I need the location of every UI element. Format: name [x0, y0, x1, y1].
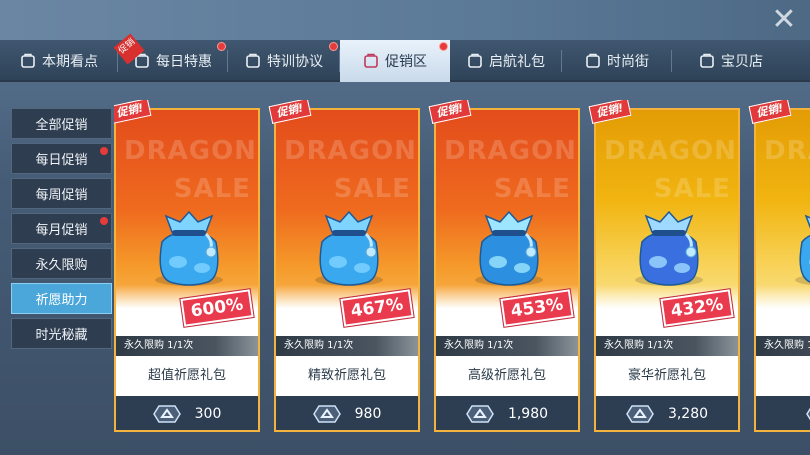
sidebar-item-3[interactable]: 每周促销	[11, 178, 112, 209]
card-artwork: DRAGON SALE 432%	[596, 110, 738, 334]
sidebar-item-6[interactable]: 祈愿助力	[11, 283, 112, 314]
tab-label: 本期看点	[42, 54, 98, 70]
watermark-line1: DRAGON	[124, 136, 257, 166]
notification-dot	[100, 217, 108, 225]
tab-label: 时尚街	[607, 54, 649, 70]
product-card[interactable]: DRAGON SALE 453% 永久限购 1/1次高级祈愿礼包 1,980	[434, 108, 580, 432]
purchase-limit: 永久限购 1/1次	[436, 336, 578, 356]
sidebar-item-label: 祈愿助力	[35, 293, 88, 308]
dragon-sale-watermark: DRAGONSALE	[124, 132, 257, 208]
tab-6[interactable]: 时尚街	[562, 40, 672, 82]
tab-1[interactable]: 本期看点	[0, 40, 118, 82]
tab-2[interactable]: 每日特惠 促销	[113, 33, 228, 82]
close-icon[interactable]: ✕	[768, 4, 800, 36]
price-value: 3,280	[667, 406, 709, 422]
sidebar-item-label: 每周促销	[35, 188, 88, 203]
crystal-currency-icon	[806, 405, 810, 423]
product-name: 高级祈愿礼包	[467, 368, 546, 383]
wings-icon	[245, 53, 261, 69]
notification-dot	[329, 42, 338, 51]
sidebar-item-label: 每日促销	[35, 153, 88, 168]
buy-button[interactable]: 300	[116, 396, 258, 430]
purchase-limit: 永久限购 1/1次	[116, 336, 258, 356]
wish-bag-icon	[788, 202, 810, 288]
tab-7[interactable]: 宝贝店	[672, 40, 790, 82]
buy-button[interactable]	[756, 396, 810, 430]
product-name: 超值祈愿礼包	[147, 368, 226, 383]
product-card[interactable]: DRAGONSALE 永久限购 1/1次特	[754, 108, 810, 432]
wish-bag-icon	[148, 202, 230, 288]
hanger-icon	[585, 53, 601, 69]
card-artwork: DRAGON SALE 600%	[116, 110, 258, 334]
dragon-sale-watermark: DRAGONSALE	[764, 132, 810, 208]
price-value: 300	[194, 406, 222, 422]
wish-bag-icon	[308, 202, 390, 288]
lock-bag-icon	[20, 53, 36, 69]
card-artwork: DRAGON SALE 453%	[436, 110, 578, 334]
sidebar-item-5[interactable]: 永久限购	[11, 248, 112, 279]
sidebar-item-label: 永久限购	[35, 258, 88, 273]
crystal-currency-icon	[466, 405, 494, 423]
card-floor	[756, 285, 810, 334]
tab-label: 宝贝店	[721, 54, 763, 70]
purchase-limit: 永久限购 1/1次	[276, 336, 418, 356]
discount-icon	[363, 53, 379, 69]
sidebar: 全部促销每日促销每周促销每月促销永久限购祈愿助力时光秘藏	[11, 108, 112, 353]
watermark-line1: DRAGON	[764, 136, 810, 166]
notification-dot	[100, 147, 108, 155]
card-artwork: DRAGON SALE 467%	[276, 110, 418, 334]
product-card[interactable]: DRAGON SALE 432% 永久限购 1/1次豪华祈愿礼包 3,280	[594, 108, 740, 432]
product-name: 豪华祈愿礼包	[627, 368, 706, 383]
card-list: DRAGON SALE 600% 永久限购 1/1次 超值祈愿礼包 300 促销! DRAGO…	[114, 100, 810, 440]
product-card[interactable]: DRAGON SALE 467% 永久限购 1/1次精致祈愿礼包 980	[274, 108, 420, 432]
buy-button[interactable]: 1,980	[436, 396, 578, 430]
tab-5[interactable]: 启航礼包	[450, 40, 562, 82]
tab-3[interactable]: 特训协议	[228, 40, 340, 82]
tab-label: 启航礼包	[489, 54, 545, 70]
buy-button[interactable]: 3,280	[596, 396, 738, 430]
tab-label: 特训协议	[267, 54, 323, 70]
price-value: 980	[354, 406, 382, 422]
gift-icon	[467, 53, 483, 69]
watermark-line1: DRAGON	[444, 136, 577, 166]
notification-dot	[439, 42, 448, 51]
price-value: 1,980	[507, 406, 549, 422]
sidebar-item-4[interactable]: 每月促销	[11, 213, 112, 244]
sidebar-item-label: 每月促销	[35, 223, 88, 238]
product-card[interactable]: DRAGON SALE 600% 永久限购 1/1次超值祈愿礼包 300	[114, 108, 260, 432]
card-artwork: DRAGONSALE	[756, 110, 810, 334]
wish-bag-icon	[628, 202, 710, 288]
notification-dot	[217, 42, 226, 51]
crystal-currency-icon	[312, 405, 341, 423]
tab-label: 每日特惠	[156, 54, 212, 70]
sidebar-item-label: 时光秘藏	[35, 328, 88, 343]
watermark-line1: DRAGON	[284, 136, 417, 166]
product-name: 精致祈愿礼包	[307, 368, 386, 383]
crystal-currency-icon	[626, 405, 654, 423]
top-banner	[0, 0, 810, 40]
buy-button[interactable]: 980	[276, 396, 418, 430]
tab-bar: 本期看点 每日特惠 促销 特训协议 促销区 启航礼包 时尚街 宝贝店	[0, 33, 810, 82]
wish-bag-icon	[468, 202, 550, 288]
shop-icon	[699, 53, 715, 69]
product-name: 特	[756, 364, 810, 383]
crystal-currency-icon	[152, 405, 181, 423]
watermark-line1: DRAGON	[604, 136, 737, 166]
sidebar-item-1[interactable]: 全部促销	[11, 108, 112, 139]
sidebar-item-label: 全部促销	[35, 118, 88, 133]
sidebar-item-2[interactable]: 每日促销	[11, 143, 112, 174]
purchase-limit: 永久限购 1/1次	[756, 336, 810, 356]
tab-4[interactable]: 促销区	[340, 40, 450, 82]
sidebar-item-7[interactable]: 时光秘藏	[11, 318, 112, 349]
purchase-limit: 永久限购 1/1次	[596, 336, 738, 356]
tab-label: 促销区	[385, 54, 427, 70]
dragon-sale-watermark: DRAGONSALE	[284, 132, 417, 208]
dragon-sale-watermark: DRAGONSALE	[604, 132, 737, 208]
dragon-sale-watermark: DRAGONSALE	[444, 132, 577, 208]
